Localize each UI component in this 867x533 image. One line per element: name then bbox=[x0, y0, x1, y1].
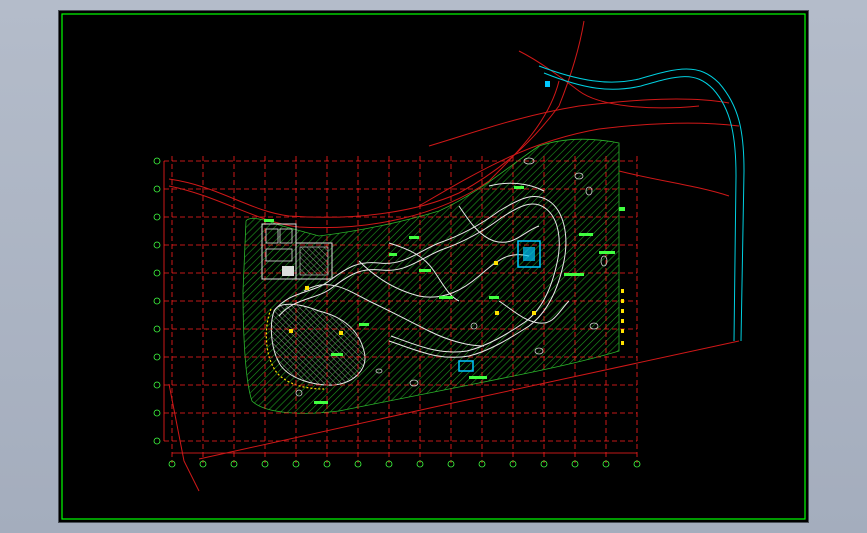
grid-row-bubble-F bbox=[153, 297, 161, 305]
grid-row-bubble-H bbox=[153, 353, 161, 361]
drawing-sheet bbox=[59, 11, 808, 522]
grid-row-bubble-I bbox=[153, 381, 161, 389]
grid-row-bubble-G bbox=[153, 325, 161, 333]
grid-row-bubble-E bbox=[153, 269, 161, 277]
grid-row-bubble-D bbox=[153, 241, 161, 249]
grid-row-bubble-J bbox=[153, 409, 161, 417]
grid-row-bubble-K bbox=[153, 437, 161, 445]
grid-row-bubble-B bbox=[153, 185, 161, 193]
site-plan-drawing[interactable] bbox=[59, 11, 808, 522]
grid-row-bubble-C bbox=[153, 213, 161, 221]
grid-row-bubble-A bbox=[153, 157, 161, 165]
cad-viewer-window bbox=[0, 0, 867, 533]
